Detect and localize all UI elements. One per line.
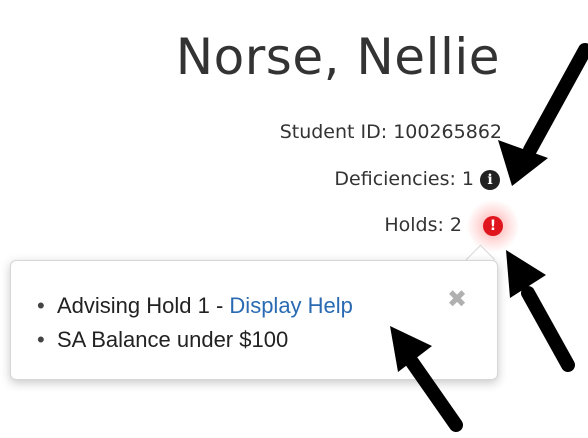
bullet: •: [37, 327, 45, 352]
exclamation-circle-icon[interactable]: !: [483, 216, 503, 236]
deficiencies-count: Deficiencies: 1: [334, 168, 474, 190]
close-icon[interactable]: ✖: [447, 285, 467, 313]
holds-popover: • Advising Hold 1 - Display Help • SA Bala…: [10, 260, 498, 380]
holds-count: Holds: 2: [384, 214, 462, 236]
hold-text: Advising Hold 1 -: [57, 293, 230, 318]
student-name: Norse, Nellie: [175, 28, 500, 86]
hold-text: SA Balance under $100: [57, 327, 289, 352]
list-item: • Advising Hold 1 - Display Help: [37, 289, 353, 323]
display-help-link[interactable]: Display Help: [229, 293, 353, 318]
holds-list: • Advising Hold 1 - Display Help • SA Bala…: [37, 289, 353, 357]
info-circle-icon[interactable]: i: [480, 170, 500, 190]
student-id: Student ID: 100265862: [279, 121, 502, 143]
bullet: •: [37, 293, 45, 318]
annotation-arrow: [498, 43, 588, 186]
list-item: • SA Balance under $100: [37, 323, 353, 357]
annotation-arrow: [506, 250, 575, 372]
